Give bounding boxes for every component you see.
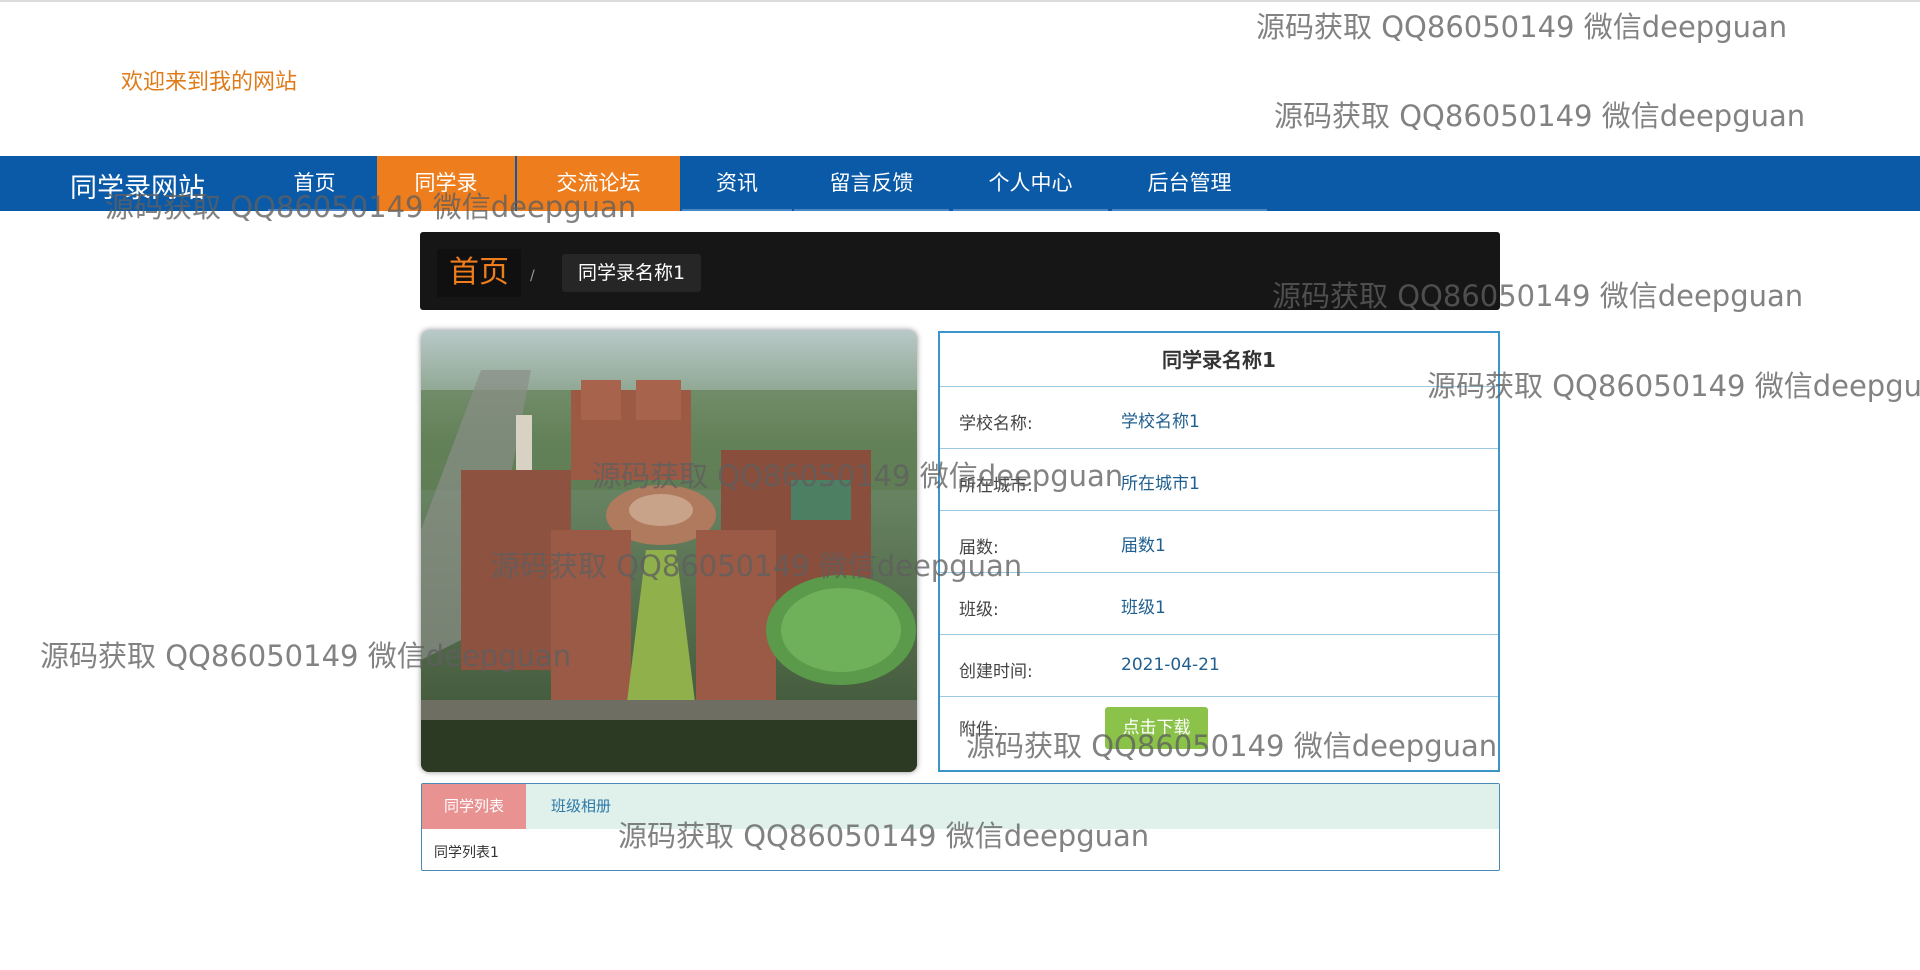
detail-panel: 同学录名称1 学校名称: 学校名称1 所在城市: 所在城市1 届数: 届数1 班… xyxy=(938,331,1500,772)
row-value: 班级1 xyxy=(1121,598,1166,618)
tabs-header: 同学列表 班级相册 xyxy=(422,784,1499,829)
detail-row-city: 所在城市: 所在城市1 xyxy=(940,449,1498,511)
row-label: 所在城市: xyxy=(959,476,1033,496)
row-value: 2021-04-21 xyxy=(1121,655,1220,675)
detail-title: 同学录名称1 xyxy=(940,333,1498,387)
site-brand[interactable]: 同学录网站 xyxy=(70,166,205,205)
watermark: 源码获取 QQ86050149 微信deepguan xyxy=(1256,10,1788,44)
breadcrumb: 首页 / 同学录名称1 xyxy=(420,232,1500,310)
campus-image xyxy=(421,330,917,772)
row-value: 届数1 xyxy=(1121,536,1166,556)
watermark: 源码获取 QQ86050149 微信deepguan xyxy=(1427,369,1920,403)
download-button[interactable]: 点击下载 xyxy=(1105,707,1208,749)
nav-item-forum[interactable]: 交流论坛 xyxy=(517,156,680,211)
tab-classmate-list[interactable]: 同学列表 xyxy=(422,784,526,829)
watermark: 源码获取 QQ86050149 微信deepguan xyxy=(1274,99,1806,133)
row-value: 所在城市1 xyxy=(1121,474,1200,494)
row-label: 学校名称: xyxy=(959,414,1033,434)
detail-row-session: 届数: 届数1 xyxy=(940,511,1498,573)
main-navbar: 同学录网站 首页 同学录 交流论坛 资讯 留言反馈 个人中心 后台管理 xyxy=(0,156,1920,211)
nav-item-news[interactable]: 资讯 xyxy=(682,156,792,211)
nav-item-admin[interactable]: 后台管理 xyxy=(1112,156,1267,211)
breadcrumb-current: 同学录名称1 xyxy=(562,254,702,292)
breadcrumb-separator: / xyxy=(530,268,535,284)
row-label: 班级: xyxy=(959,600,999,620)
tabs-panel: 同学列表 班级相册 同学列表1 xyxy=(421,783,1500,871)
row-value: 学校名称1 xyxy=(1121,412,1200,432)
row-label: 届数: xyxy=(959,538,999,558)
row-label: 附件: xyxy=(959,720,999,740)
nav-item-feedback[interactable]: 留言反馈 xyxy=(794,156,949,211)
detail-row-created: 创建时间: 2021-04-21 xyxy=(940,635,1498,697)
detail-row-class: 班级: 班级1 xyxy=(940,573,1498,635)
breadcrumb-home-link[interactable]: 首页 xyxy=(437,249,521,297)
nav-item-home[interactable]: 首页 xyxy=(268,156,361,211)
tab-class-album[interactable]: 班级相册 xyxy=(526,784,636,829)
welcome-text: 欢迎来到我的网站 xyxy=(121,70,298,95)
detail-row-school: 学校名称: 学校名称1 xyxy=(940,387,1498,449)
top-border xyxy=(0,0,1920,2)
nav-item-classmates[interactable]: 同学录 xyxy=(377,156,515,211)
nav-item-profile[interactable]: 个人中心 xyxy=(953,156,1108,211)
page: 欢迎来到我的网站 同学录网站 首页 同学录 交流论坛 资讯 留言反馈 个人中心 … xyxy=(0,0,1920,970)
row-label: 创建时间: xyxy=(959,662,1033,682)
tab-content: 同学列表1 xyxy=(434,845,499,861)
detail-row-attachment: 附件: 点击下载 xyxy=(940,697,1498,770)
